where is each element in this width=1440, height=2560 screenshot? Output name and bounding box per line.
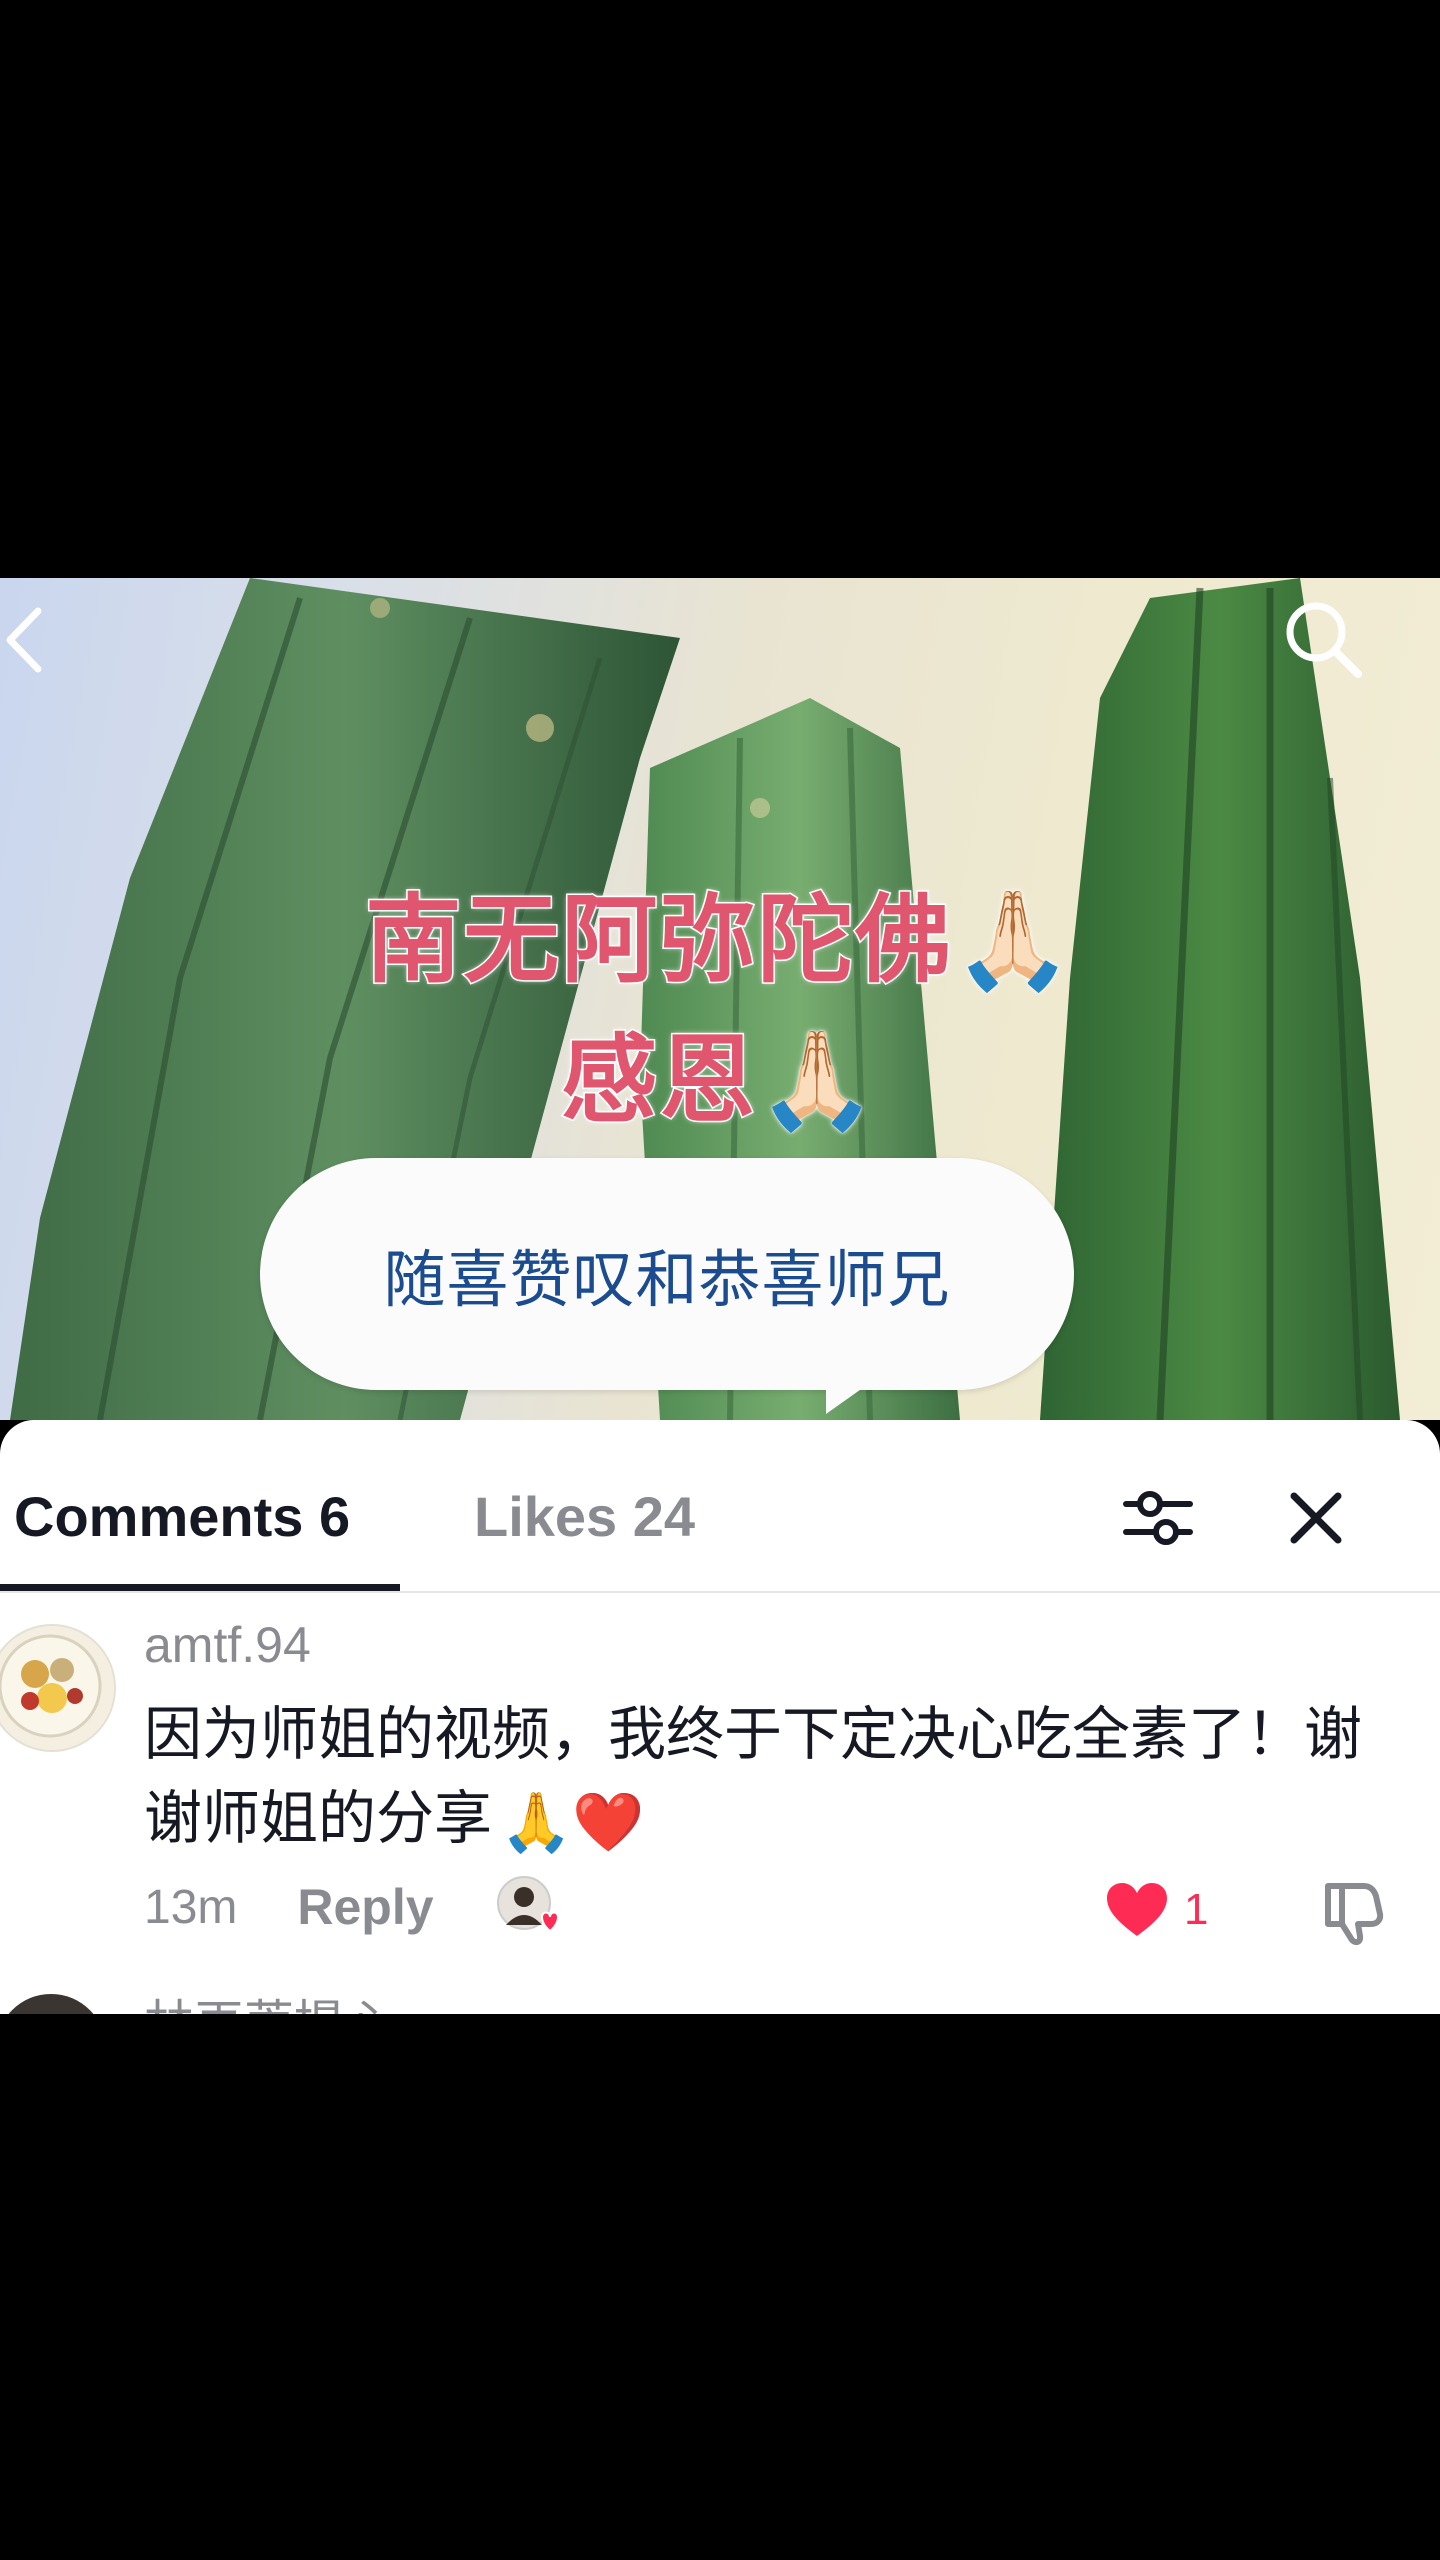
close-icon[interactable] (1280, 1482, 1352, 1554)
heart-icon (1107, 1883, 1167, 1936)
reply-button[interactable]: Reply (297, 1878, 433, 1936)
speech-bubble-text: 随喜赞叹和恭喜师兄 (383, 1243, 951, 1316)
speech-bubble-tail (826, 1380, 874, 1414)
creator-liked-icon (496, 1875, 560, 1939)
divider (0, 1591, 1440, 1593)
comment-username[interactable]: 林再菩提心 (144, 1994, 394, 2014)
comments-panel: Comments 6 Likes 24 amtf.94 因为师姐的视频，我终于下… (0, 1420, 1440, 2014)
comment-emoji: 🙏❤️ (500, 1787, 645, 1856)
comment-meta: 13m Reply (144, 1872, 560, 1942)
sliders-icon[interactable] (1120, 1480, 1196, 1556)
like-button[interactable]: 1 (1104, 1880, 1208, 1940)
tab-comments[interactable]: Comments 6 (14, 1482, 350, 1552)
search-icon[interactable] (1282, 598, 1364, 680)
speech-bubble-sticker: 随喜赞叹和恭喜师兄 (260, 1158, 1074, 1390)
avatar[interactable] (0, 1994, 106, 2014)
video-caption-line-1: 南无阿弥陀佛🙏🏻 (364, 883, 1075, 998)
comment-username[interactable]: amtf.94 (144, 1616, 311, 1674)
avatar[interactable] (0, 1624, 116, 1752)
comment-text: 因为师姐的视频，我终于下定决心吃全素了！谢谢师姐的分享 🙏❤️ (144, 1692, 1374, 1864)
like-count: 1 (1184, 1885, 1209, 1934)
chevron-left-icon[interactable] (0, 595, 48, 685)
tab-likes[interactable]: Likes 24 (474, 1482, 695, 1552)
dislike-icon[interactable] (1316, 1876, 1388, 1948)
comment-timestamp: 13m (144, 1880, 238, 1934)
comment-body: 因为师姐的视频，我终于下定决心吃全素了！谢谢师姐的分享 (144, 1700, 1363, 1852)
active-tab-indicator (0, 1584, 400, 1591)
video-caption-line-2: 感恩🙏🏻 (560, 1023, 879, 1138)
screen: 南无阿弥陀佛🙏🏻 感恩🙏🏻 随喜赞叹和恭喜师兄 Comments 6 Likes… (0, 0, 1440, 2560)
